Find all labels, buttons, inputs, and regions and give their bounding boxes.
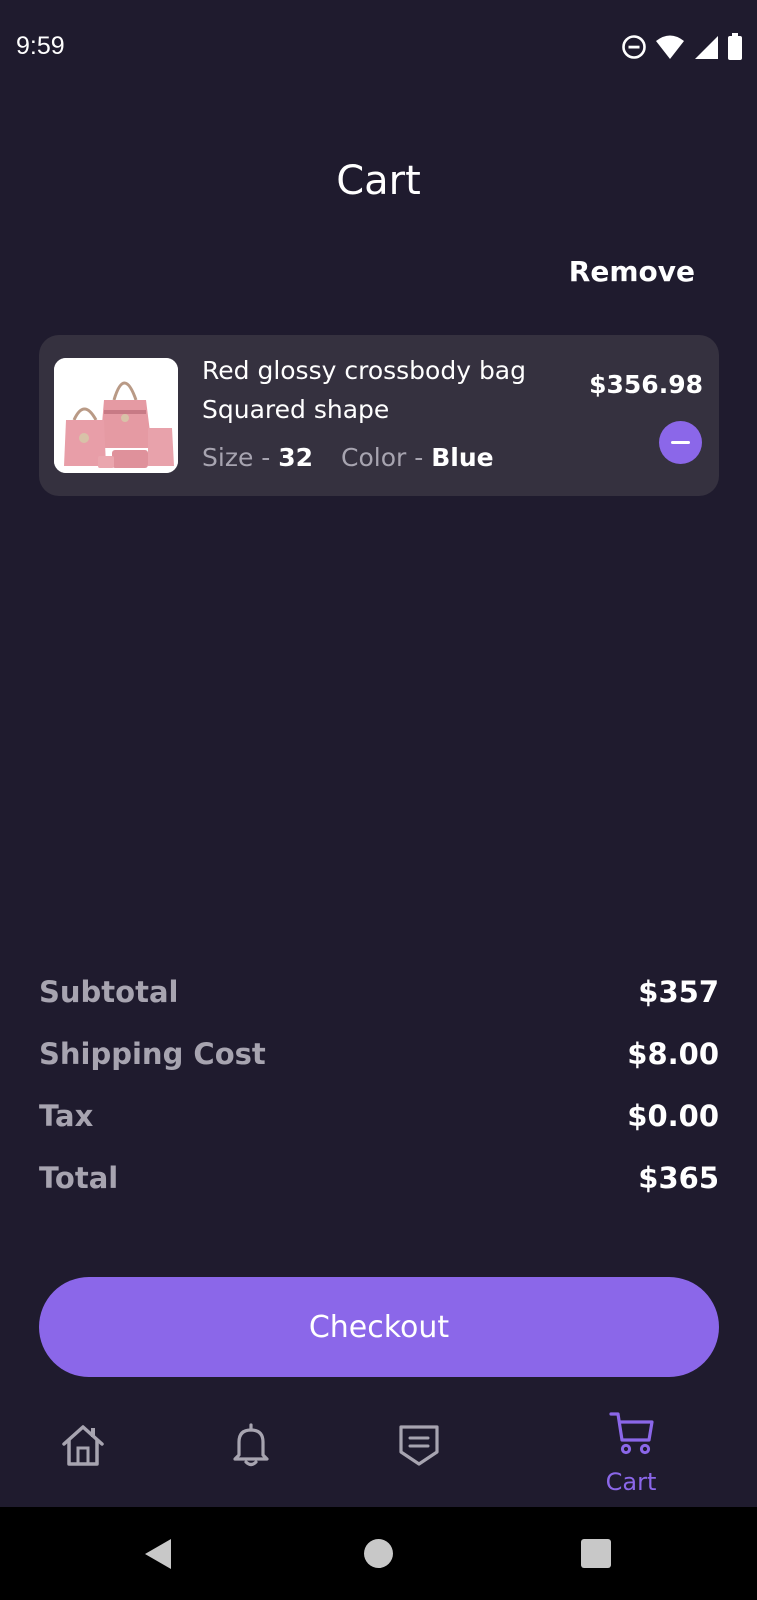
- system-nav-bar: [0, 1507, 757, 1600]
- product-image: [54, 358, 178, 473]
- bell-icon[interactable]: [230, 1422, 272, 1468]
- tax-label: Tax: [39, 1099, 94, 1133]
- shipping-label: Shipping Cost: [39, 1037, 266, 1071]
- status-time: 9:59: [16, 32, 65, 60]
- total-label: Total: [39, 1161, 119, 1195]
- signal-icon: [693, 34, 719, 60]
- orders-icon[interactable]: [397, 1422, 441, 1468]
- cart-icon: [609, 1410, 655, 1456]
- product-options: Size - 32 Color - Blue: [202, 443, 494, 472]
- size-label: Size -: [202, 443, 279, 472]
- cart-nav-item[interactable]: Cart: [601, 1410, 661, 1500]
- subtotal-value: $357: [638, 975, 719, 1009]
- size-value: 32: [278, 443, 314, 472]
- home-icon[interactable]: [60, 1422, 106, 1468]
- shipping-row: Shipping Cost $8.00: [39, 1037, 719, 1099]
- total-row: Total $365: [39, 1161, 719, 1223]
- order-summary: Subtotal $357 Shipping Cost $8.00 Tax $0…: [39, 975, 719, 1223]
- decrease-quantity-button[interactable]: [659, 421, 702, 464]
- subtotal-label: Subtotal: [39, 975, 179, 1009]
- do-not-disturb-icon: [621, 34, 647, 60]
- status-bar: 9:59: [0, 0, 757, 96]
- page-title: Cart: [336, 158, 421, 204]
- recents-icon[interactable]: [581, 1539, 611, 1568]
- home-system-icon[interactable]: [364, 1539, 393, 1568]
- tax-row: Tax $0.00: [39, 1099, 719, 1161]
- checkout-button[interactable]: Checkout: [39, 1277, 719, 1377]
- subtotal-row: Subtotal $357: [39, 975, 719, 1037]
- tax-value: $0.00: [627, 1099, 719, 1133]
- battery-icon: [727, 33, 743, 61]
- color-value: Blue: [431, 443, 494, 472]
- color-label: Color -: [341, 443, 432, 472]
- back-icon[interactable]: [143, 1537, 173, 1575]
- remove-button[interactable]: Remove: [569, 255, 695, 288]
- shipping-value: $8.00: [627, 1037, 719, 1071]
- bottom-nav: Cart: [0, 1400, 757, 1506]
- wifi-icon: [655, 34, 685, 60]
- product-price: $356.98: [589, 370, 703, 399]
- total-value: $365: [638, 1161, 719, 1195]
- product-name: Red glossy crossbody bag Squared shape: [202, 356, 526, 424]
- cart-item[interactable]: Red glossy crossbody bag Squared shape S…: [39, 335, 719, 496]
- cart-nav-label: Cart: [605, 1468, 657, 1496]
- status-icons: [621, 32, 743, 62]
